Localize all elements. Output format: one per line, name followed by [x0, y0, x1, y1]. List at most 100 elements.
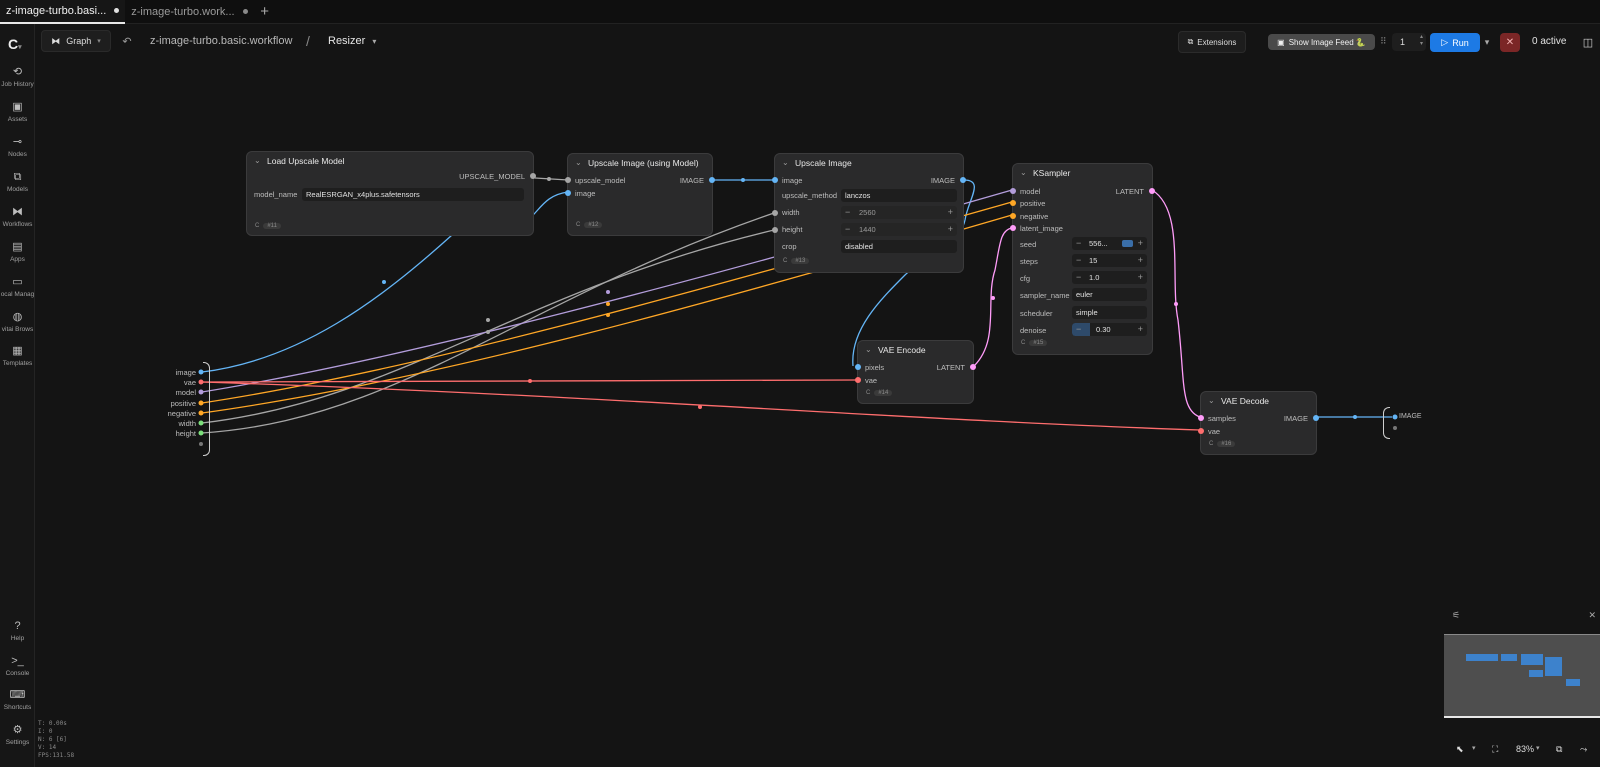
node-id: #15 [1029, 340, 1048, 346]
cfg-stepper[interactable]: − 1.0 + [1072, 271, 1147, 284]
upscale-method-combo[interactable]: lanczos [841, 189, 957, 202]
sampler-name-combo[interactable]: euler [1072, 288, 1147, 301]
minus-icon[interactable]: − [845, 206, 850, 219]
node-vae-encode[interactable]: ⌄ VAE Encode pixels vae LATENT C #14 [854, 340, 977, 404]
fit-view-icon[interactable]: ⛶ [1492, 744, 1498, 755]
height-stepper[interactable]: − 1440 + [841, 223, 957, 236]
input-negative: negative [1020, 212, 1049, 221]
node-ksampler[interactable]: ⌄ KSampler model positive negative laten… [1009, 163, 1156, 355]
seed-stepper[interactable]: − 556... + [1072, 237, 1147, 250]
plus-icon[interactable]: + [948, 206, 953, 219]
output-image: IMAGE [679, 176, 704, 185]
crop-value: disabled [845, 242, 873, 251]
node-title[interactable]: ⌄ Load Upscale Model [247, 152, 533, 170]
widget-label: seed [1020, 240, 1037, 249]
subgraph-input-node[interactable]: image vae model positive negative width … [150, 362, 210, 457]
collapse-chevron-icon[interactable]: ⌄ [254, 152, 261, 170]
map-toggle-icon[interactable]: ⧉ [1556, 744, 1562, 755]
input-vae: vae [865, 376, 878, 385]
chevron-down-icon[interactable]: ▾ [1536, 744, 1540, 752]
collapse-chevron-icon[interactable]: ⌄ [575, 154, 582, 172]
minimap[interactable] [1444, 634, 1600, 718]
node-title-text: VAE Encode [878, 345, 926, 355]
input-slots[interactable] [564, 176, 572, 198]
subgraph-input-height: height [175, 429, 196, 438]
model-name-value: RealESRGAN_x4plus.safetensors [306, 190, 420, 199]
node-footer: C #12 [576, 222, 603, 228]
collapse-chevron-icon[interactable]: ⌄ [782, 154, 789, 172]
plus-icon[interactable]: + [1138, 254, 1143, 267]
subgraph-input-positive: positive [170, 399, 196, 408]
node-upscale-image[interactable]: ⌄ Upscale Image image IMAGE upscale_meth… [771, 153, 967, 273]
plus-icon[interactable]: + [1138, 271, 1143, 284]
input-upscale-model: upscale_model [575, 176, 626, 185]
input-slots[interactable] [854, 363, 862, 385]
collapse-chevron-icon[interactable]: ⌄ [865, 341, 872, 359]
node-vae-decode[interactable]: ⌄ VAE Decode samples vae IMAGE C #16 [1197, 391, 1320, 455]
seed-control-icon[interactable] [1122, 240, 1133, 247]
input-image: image [575, 189, 596, 198]
chevron-down-icon[interactable]: ▾ [1472, 744, 1476, 752]
subgraph-input-slots[interactable] [197, 362, 205, 457]
minimap-node [1501, 654, 1517, 661]
output-slot[interactable] [969, 363, 977, 371]
collapse-chevron-icon[interactable]: ⌄ [1020, 164, 1027, 182]
pointer-icon[interactable]: ⬉ [1456, 744, 1464, 755]
output-slot[interactable] [959, 176, 967, 184]
steps-stepper[interactable]: − 15 + [1072, 254, 1147, 267]
plus-icon[interactable]: + [1138, 323, 1143, 336]
minus-icon[interactable]: − [1076, 271, 1081, 284]
node-title-text: Upscale Image [795, 158, 852, 168]
comfy-badge-icon: C [1209, 441, 1214, 447]
input-vae: vae [1208, 427, 1221, 436]
plus-icon[interactable]: + [1138, 237, 1143, 250]
node-id: #13 [791, 258, 810, 264]
output-slot[interactable] [708, 176, 716, 184]
minus-icon[interactable]: − [1076, 237, 1081, 250]
scheduler-combo[interactable]: simple [1072, 306, 1147, 319]
node-title[interactable]: ⌄ VAE Decode [1201, 392, 1316, 410]
node-load-upscale-model[interactable]: ⌄ Load Upscale Model UPSCALE_MODEL model… [246, 151, 537, 236]
subgraph-input-model: model [175, 388, 196, 397]
minimap-node [1566, 679, 1580, 686]
output-slot[interactable] [1148, 187, 1156, 195]
node-title[interactable]: ⌄ Upscale Image [775, 154, 963, 172]
minus-icon[interactable]: − [1076, 323, 1081, 336]
output-image: IMAGE [930, 176, 955, 185]
node-footer: C #16 [1209, 441, 1236, 447]
denoise-value: 0.30 [1096, 325, 1111, 334]
canvas-controls: ⬉ ▾ ⛶ 83% ▾ ⧉ ⤳ [1444, 740, 1600, 760]
zoom-level[interactable]: 83% [1516, 744, 1534, 754]
denoise-slider[interactable]: − 0.30 + [1072, 323, 1147, 336]
input-slots[interactable] [1009, 187, 1017, 235]
sliders-icon[interactable]: ⚟ [1452, 610, 1460, 621]
node-upscale-image-using-model[interactable]: ⌄ Upscale Image (using Model) upscale_mo… [564, 153, 716, 236]
crop-combo[interactable]: disabled [841, 240, 957, 253]
width-stepper[interactable]: − 2560 + [841, 206, 957, 219]
minimap-node [1521, 654, 1543, 665]
close-icon[interactable]: ✕ [1588, 610, 1596, 621]
comfy-badge-icon: C [576, 222, 581, 228]
links-layer [201, 177, 1392, 434]
subgraph-output-node[interactable]: IMAGE [1383, 407, 1443, 441]
node-title-text: KSampler [1033, 168, 1071, 178]
collapse-chevron-icon[interactable]: ⌄ [1208, 392, 1215, 410]
node-footer: C #13 [783, 258, 810, 264]
upscale-method-value: lanczos [845, 191, 871, 200]
plus-icon[interactable]: + [948, 223, 953, 236]
output-slot[interactable] [1312, 414, 1320, 422]
input-latent-image: latent_image [1020, 224, 1063, 233]
input-slots[interactable] [1197, 414, 1205, 436]
node-title[interactable]: ⌄ KSampler [1013, 164, 1152, 182]
link-visibility-icon[interactable]: ⤳ [1580, 744, 1587, 755]
node-title[interactable]: ⌄ VAE Encode [858, 341, 973, 359]
minus-icon[interactable]: − [845, 223, 850, 236]
model-name-combo[interactable]: RealESRGAN_x4plus.safetensors [302, 188, 524, 201]
input-slots[interactable] [771, 176, 779, 236]
output-latent: LATENT [1115, 187, 1144, 196]
scheduler-value: simple [1076, 308, 1098, 317]
output-slot[interactable] [529, 172, 537, 180]
minus-icon[interactable]: − [1076, 254, 1081, 267]
subgraph-output-slots[interactable] [1391, 407, 1399, 437]
node-title[interactable]: ⌄ Upscale Image (using Model) [568, 154, 712, 172]
